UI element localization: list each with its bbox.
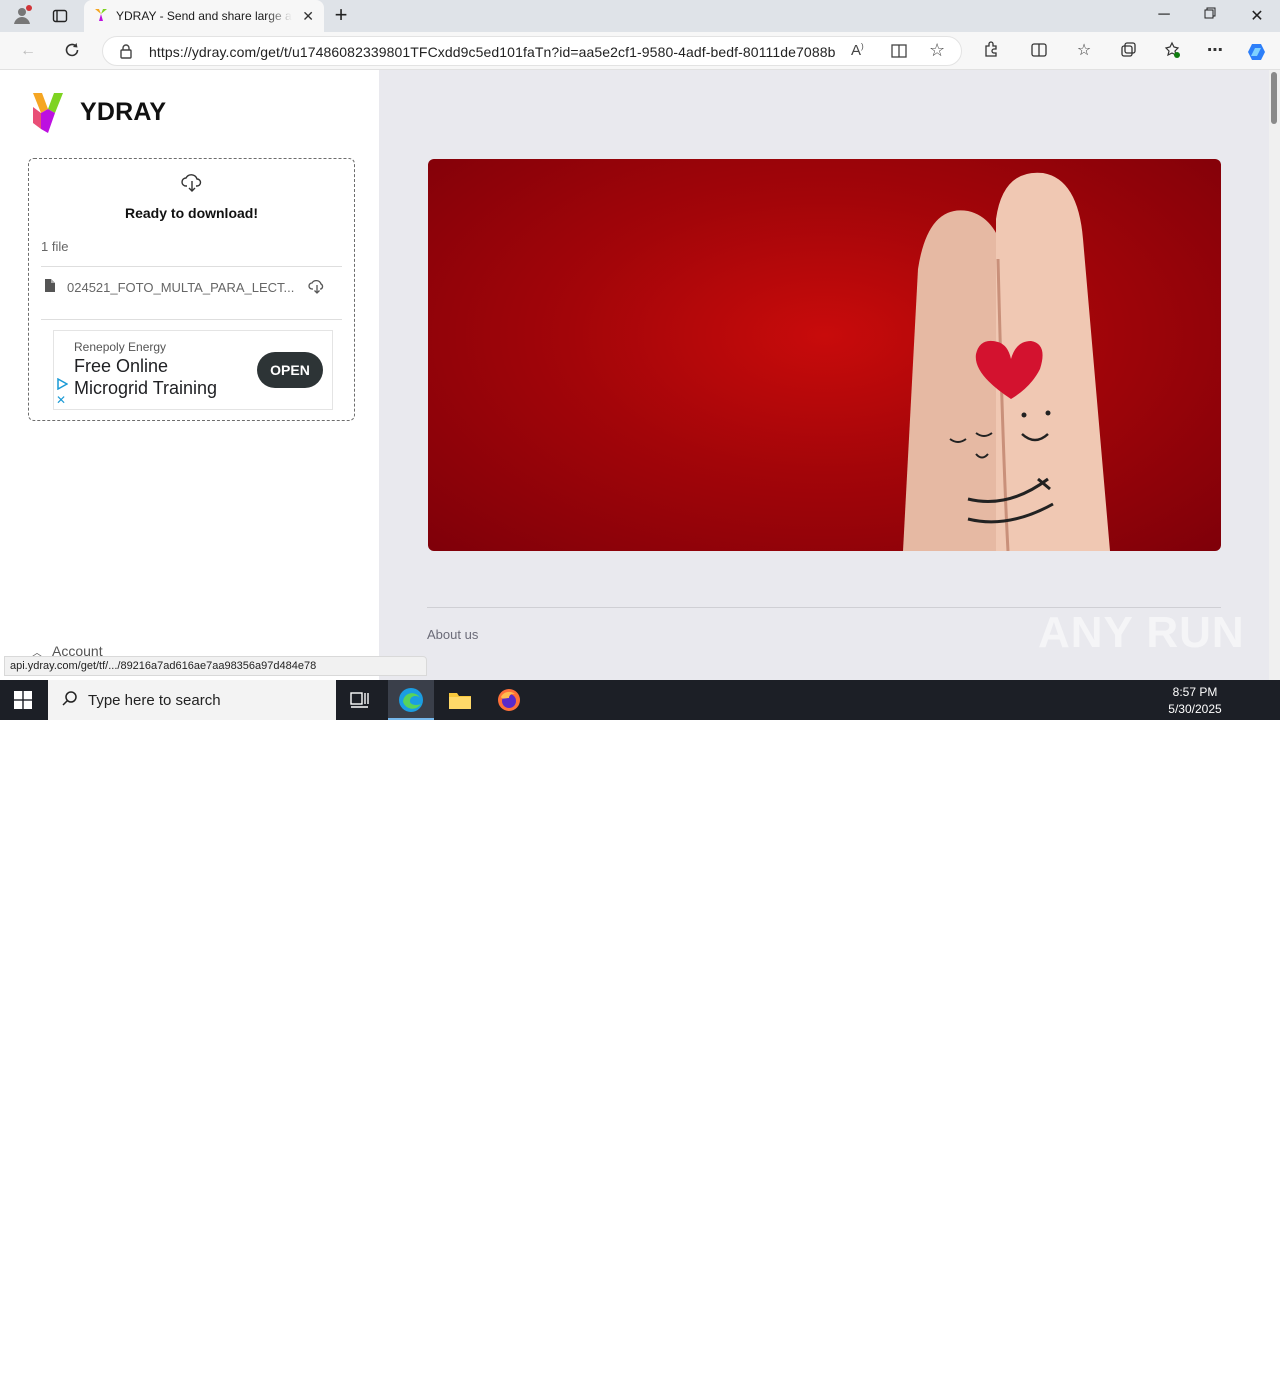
volume-icon[interactable]: 🔊︎ bbox=[1140, 1370, 1162, 1390]
page-scrollbar[interactable] bbox=[1269, 70, 1280, 680]
address-bar[interactable]: https://ydray.com/get/t/u17486082339801T… bbox=[102, 36, 962, 66]
minimize-icon[interactable]: ─ bbox=[1154, 6, 1174, 24]
divider bbox=[41, 266, 342, 267]
browser-tab-strip: YDRAY - Send and share large and ✕ + ─ ✕ bbox=[0, 0, 1280, 32]
split-screen-icon[interactable] bbox=[1029, 41, 1049, 61]
tab-ydray[interactable]: YDRAY - Send and share large and ✕ bbox=[84, 0, 324, 32]
ad-headline[interactable]: Free Online Microgrid Training bbox=[74, 355, 244, 399]
new-tab-button[interactable]: + bbox=[330, 2, 352, 28]
close-window-icon[interactable]: ✕ bbox=[1247, 6, 1267, 26]
lock-icon[interactable] bbox=[119, 43, 133, 62]
advertisement[interactable]: Renepoly Energy Free Online Microgrid Tr… bbox=[53, 330, 333, 410]
file-download-icon[interactable] bbox=[308, 278, 326, 299]
browser-status-url: api.ydray.com/get/tf/.../89216a7ad616ae7… bbox=[4, 656, 427, 676]
search-icon bbox=[62, 690, 78, 710]
favorite-star-icon[interactable]: ☆ bbox=[929, 40, 945, 61]
read-aloud-icon[interactable]: A) bbox=[851, 42, 864, 59]
file-explorer-icon[interactable] bbox=[448, 689, 472, 716]
ad-close-icon[interactable]: ✕ bbox=[56, 393, 66, 407]
ad-sponsor[interactable]: Renepoly Energy bbox=[74, 340, 166, 354]
more-menu-icon[interactable]: ⋯ bbox=[1205, 41, 1225, 61]
network-icon[interactable] bbox=[1116, 1370, 1138, 1390]
profile-icon[interactable] bbox=[12, 5, 32, 25]
taskbar-clock[interactable]: 8:57 PM 5/30/2025 bbox=[1166, 684, 1224, 718]
task-view-icon[interactable] bbox=[350, 691, 370, 714]
windows-start-icon[interactable] bbox=[14, 691, 32, 714]
refresh-icon[interactable] bbox=[62, 41, 82, 61]
immersive-reader-icon[interactable] bbox=[890, 42, 908, 63]
url-text: https://ydray.com/get/t/u17486082339801T… bbox=[149, 44, 836, 60]
extensions-icon[interactable] bbox=[981, 41, 1001, 61]
promo-banner-image bbox=[428, 159, 1221, 551]
ydray-favicon-icon bbox=[94, 8, 108, 25]
scrollbar-thumb[interactable] bbox=[1271, 72, 1277, 124]
taskbar-search-box[interactable]: Type here to search bbox=[48, 680, 336, 720]
back-icon[interactable]: ← bbox=[18, 41, 38, 61]
file-icon bbox=[45, 279, 55, 297]
favorites-icon[interactable]: ☆ bbox=[1074, 41, 1094, 61]
firefox-icon[interactable] bbox=[497, 688, 521, 717]
ready-to-download-heading: Ready to download! bbox=[125, 205, 258, 221]
collections-icon[interactable] bbox=[1118, 41, 1138, 61]
navigation-bar: ← https://ydray.com/get/t/u1748608233980… bbox=[0, 32, 1280, 70]
ydray-logo-text[interactable]: YDRAY bbox=[80, 98, 166, 127]
tab-actions-icon[interactable] bbox=[52, 8, 68, 24]
search-placeholder: Type here to search bbox=[88, 691, 221, 709]
about-us-link[interactable]: About us bbox=[427, 627, 478, 642]
file-count: 1 file bbox=[41, 239, 69, 254]
ad-open-button[interactable]: OPEN bbox=[257, 352, 323, 388]
close-tab-icon[interactable]: ✕ bbox=[302, 8, 314, 25]
tab-title: YDRAY - Send and share large and bbox=[116, 9, 292, 23]
usb-device-icon[interactable] bbox=[1093, 1370, 1115, 1390]
chevron-up-icon[interactable]: ︿ bbox=[1068, 1370, 1090, 1390]
clock-date: 5/30/2025 bbox=[1168, 702, 1222, 716]
clock-time: 8:57 PM bbox=[1172, 685, 1218, 699]
cloud-download-icon bbox=[181, 173, 203, 198]
browser-essentials-icon[interactable] bbox=[1162, 41, 1182, 61]
download-panel: Ready to download! 1 file 024521_FOTO_MU… bbox=[28, 158, 355, 421]
taskbar: Type here to search ︿ 🔊︎ bbox=[0, 680, 1280, 1388]
ydray-logo-icon[interactable] bbox=[33, 93, 63, 133]
copilot-icon[interactable] bbox=[1246, 41, 1266, 61]
anyrun-watermark: ANY RUN bbox=[1038, 608, 1245, 657]
restore-icon[interactable] bbox=[1200, 6, 1220, 24]
notifications-icon[interactable] bbox=[1237, 1370, 1259, 1390]
file-name[interactable]: 024521_FOTO_MULTA_PARA_LECT... bbox=[67, 280, 303, 295]
divider bbox=[41, 319, 342, 320]
edge-taskbar-icon[interactable] bbox=[388, 680, 434, 720]
